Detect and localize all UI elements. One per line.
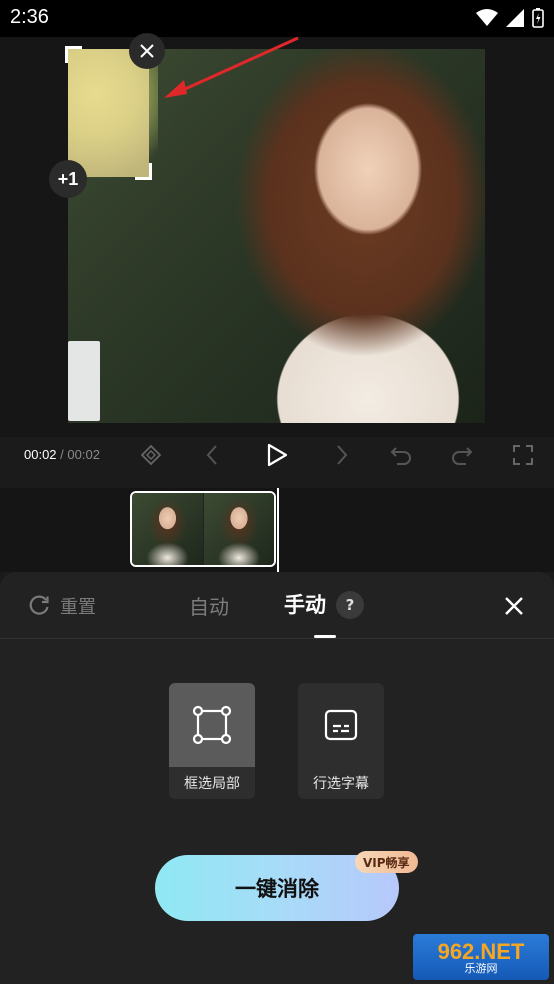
reset-button[interactable]: 重置 bbox=[28, 593, 96, 619]
option-line-subtitle[interactable]: 行选字幕 bbox=[298, 683, 384, 799]
keyframe-icon bbox=[140, 444, 162, 466]
fullscreen-button[interactable] bbox=[508, 440, 538, 470]
close-panel-button[interactable] bbox=[500, 592, 528, 620]
selection-handle-top-left[interactable] bbox=[65, 46, 82, 63]
option-icon-area bbox=[298, 683, 384, 767]
signal-icon bbox=[506, 9, 524, 27]
battery-icon bbox=[532, 8, 544, 28]
chevron-left-icon bbox=[206, 445, 217, 465]
play-button[interactable] bbox=[262, 440, 292, 470]
time-separator: / bbox=[56, 447, 68, 462]
redo-icon bbox=[452, 447, 473, 465]
keyframe-button[interactable] bbox=[136, 440, 166, 470]
status-time: 2:36 bbox=[10, 6, 49, 28]
option-label: 框选局部 bbox=[184, 776, 240, 792]
selection-box[interactable] bbox=[65, 46, 152, 180]
option-box-select[interactable]: 框选局部 bbox=[169, 683, 255, 799]
option-icon-area bbox=[169, 683, 255, 767]
play-icon bbox=[267, 443, 288, 467]
subtitle-icon bbox=[324, 709, 358, 741]
watermark-sub: 乐游网 bbox=[464, 961, 498, 975]
wifi-icon bbox=[476, 9, 498, 26]
fullscreen-icon bbox=[513, 445, 533, 465]
total-time: 00:02 bbox=[67, 447, 100, 462]
vip-badge: VIP畅享 bbox=[355, 851, 418, 873]
tab-manual[interactable]: 手动 bbox=[284, 589, 326, 619]
active-tab-indicator bbox=[314, 635, 336, 638]
status-icons bbox=[476, 8, 544, 28]
site-watermark: 962.NET 乐游网 bbox=[413, 934, 549, 980]
watermark-brand: 962.NET bbox=[437, 938, 525, 964]
clip-thumbnail bbox=[202, 493, 274, 565]
timecode: 00:02 / 00:02 bbox=[24, 447, 100, 462]
previous-frame-button[interactable] bbox=[197, 440, 227, 470]
current-time: 00:02 bbox=[24, 447, 57, 462]
status-bar: 2:36 bbox=[0, 0, 554, 37]
video-clip[interactable] bbox=[130, 491, 276, 567]
clip-thumbnail bbox=[132, 493, 203, 565]
option-label: 行选字幕 bbox=[313, 776, 369, 792]
annotation-arrow bbox=[164, 36, 299, 98]
undo-button[interactable] bbox=[386, 440, 416, 470]
playhead[interactable] bbox=[277, 488, 279, 572]
undo-icon bbox=[390, 447, 411, 465]
reset-label: 重置 bbox=[60, 597, 96, 618]
vase-background bbox=[68, 341, 100, 421]
tab-auto[interactable]: 自动 bbox=[189, 591, 229, 620]
redo-button[interactable] bbox=[447, 440, 477, 470]
selection-handle-bottom-right[interactable] bbox=[135, 163, 152, 180]
help-icon[interactable]: ? bbox=[336, 591, 364, 619]
add-selection-button[interactable]: +1 bbox=[49, 160, 87, 198]
chevron-right-icon bbox=[337, 445, 348, 465]
close-icon bbox=[140, 44, 154, 58]
box-select-icon bbox=[192, 705, 232, 745]
close-icon bbox=[505, 597, 523, 615]
refresh-icon bbox=[29, 595, 49, 615]
next-frame-button[interactable] bbox=[327, 440, 357, 470]
